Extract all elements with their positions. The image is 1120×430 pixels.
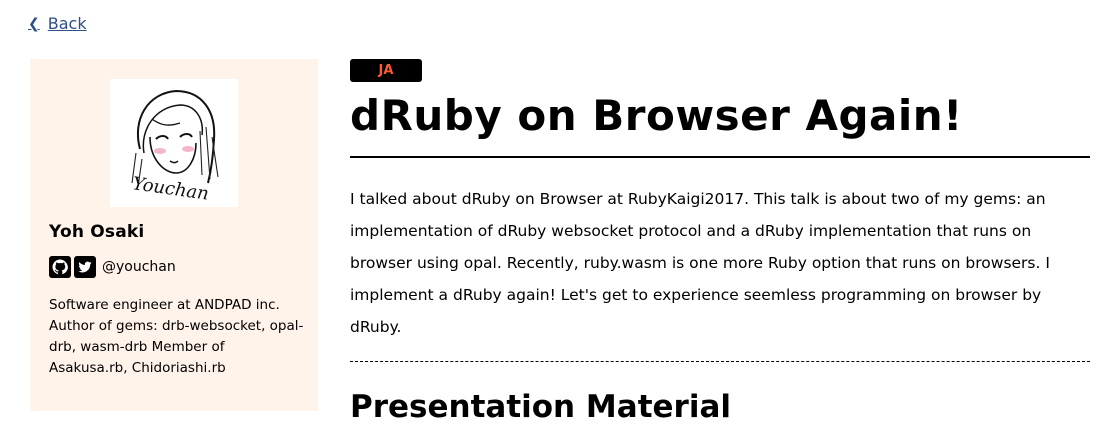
speaker-name: Yoh Osaki — [49, 222, 145, 242]
speaker-card: Youchan Yoh Osaki @youchan Software engi… — [30, 59, 318, 411]
speaker-bio: Software engineer at ANDPAD inc. Author … — [49, 297, 304, 376]
social-links: @youchan — [49, 256, 176, 278]
section-heading: Presentation Material — [350, 389, 731, 425]
back-link[interactable]: ❮ Back — [28, 14, 87, 33]
speaker-handle[interactable]: @youchan — [102, 259, 176, 275]
back-label: Back — [47, 14, 87, 33]
github-icon[interactable] — [49, 256, 71, 278]
language-badge: JA — [350, 59, 422, 82]
talk-title: dRuby on Browser Again! — [350, 91, 963, 140]
twitter-icon[interactable] — [74, 256, 96, 278]
title-divider — [350, 156, 1090, 158]
avatar: Youchan — [110, 79, 238, 207]
chevron-left-icon: ❮ — [28, 15, 40, 32]
section-divider — [350, 361, 1090, 362]
talk-abstract: I talked about dRuby on Browser at RubyK… — [350, 190, 1050, 336]
